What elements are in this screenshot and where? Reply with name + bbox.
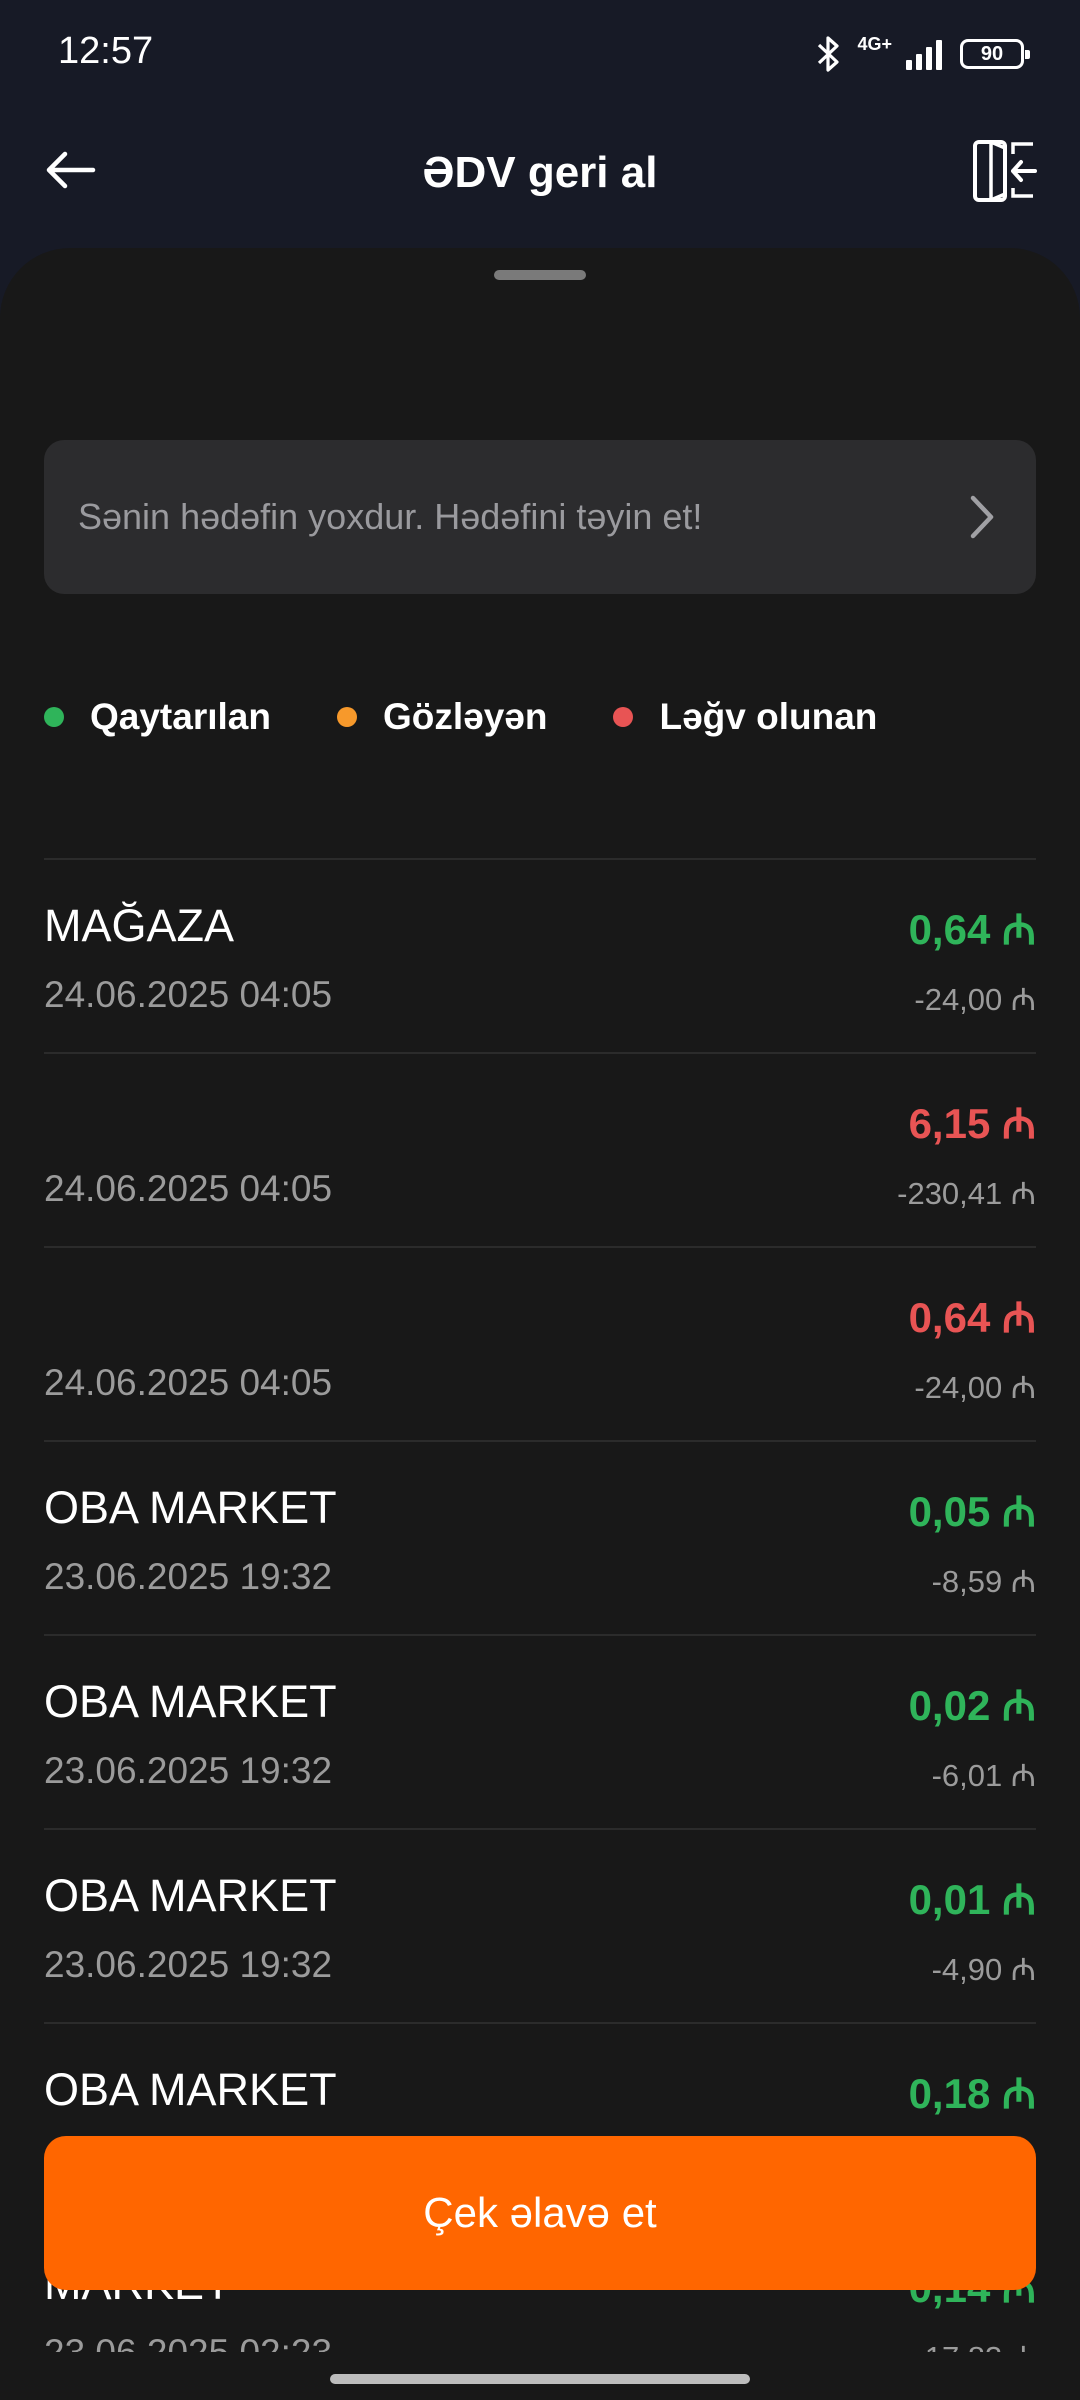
transaction-row[interactable]: MAĞAZA 24.06.2025 04:05 0,64 ₼ -24,00 ₼: [44, 858, 1036, 1052]
purchase-total: -4,90 ₼: [931, 1952, 1036, 1987]
purchase-total: -6,01 ₼: [931, 1758, 1036, 1793]
merchant-name: OBA MARKET: [44, 1482, 337, 1533]
vat-refund-amount: 0,02 ₼: [908, 1682, 1036, 1729]
merchant-name: MAĞAZA: [44, 900, 235, 951]
transaction-date: 23.06.2025 19:32: [44, 1750, 333, 1791]
legend-dot: [44, 707, 64, 727]
transaction-date: 24.06.2025 04:05: [44, 974, 333, 1015]
legend-label: Gözləyən: [382, 696, 548, 737]
purchase-total: -24,00 ₼: [914, 982, 1036, 1017]
vat-refund-amount: 0,01 ₼: [908, 1876, 1036, 1923]
vat-refund-amount: 0,64 ₼: [908, 906, 1036, 953]
logout-button[interactable]: [968, 134, 1040, 206]
bluetooth-icon: [818, 36, 840, 72]
set-goal-banner[interactable]: Sənin hədəfin yoxdur. Hədəfini təyin et!: [44, 440, 1036, 594]
transaction-date: 24.06.2025 04:05: [44, 1362, 333, 1403]
goal-banner-text: Sənin hədəfin yoxdur. Hədəfini təyin et!: [78, 496, 703, 537]
drag-handle[interactable]: [494, 270, 586, 280]
network-type-label: 4G+: [857, 33, 892, 54]
merchant-name: OBA MARKET: [44, 2064, 337, 2115]
transaction-row[interactable]: OBA MARKET 23.06.2025 19:32 0,01 ₼ -4,90…: [44, 1828, 1036, 2022]
battery-icon: 90: [960, 39, 1030, 69]
transaction-row[interactable]: OBA MARKET 23.06.2025 19:32 0,05 ₼ -8,59…: [44, 1440, 1036, 1634]
legend-dot: [613, 707, 634, 727]
merchant-name: OBA MARKET: [44, 1676, 337, 1727]
status-icons: 4G+ 90: [811, 30, 1030, 78]
signal-icon: [906, 40, 942, 70]
vat-refund-amount: 0,64 ₼: [908, 1294, 1036, 1341]
legend-label: Ləğv olunan: [659, 696, 878, 737]
transaction-date: 23.06.2025 19:32: [44, 1556, 333, 1597]
legend-item-pending: Gözləyən: [336, 696, 548, 738]
logout-icon: [973, 140, 1037, 202]
transaction-date: 24.06.2025 04:05: [44, 1168, 333, 1209]
transaction-row[interactable]: 24.06.2025 04:05 0,64 ₼ -24,00 ₼: [44, 1246, 1036, 1440]
vat-refund-amount: 6,15 ₼: [908, 1100, 1036, 1147]
page-title: ƏDV geri al: [422, 148, 658, 197]
chevron-right-icon: [962, 487, 1002, 547]
legend-dot: [336, 707, 357, 727]
legend-item-cancelled: Ləğv olunan: [613, 696, 877, 738]
legend-label: Qaytarılan: [90, 696, 271, 737]
merchant-name: OBA MARKET: [44, 1870, 337, 1921]
status-legend: Qaytarılan Gözləyən Ləğv olunan: [44, 692, 943, 742]
purchase-total: -8,59 ₼: [931, 1564, 1036, 1599]
purchase-total: -230,41 ₼: [897, 1176, 1036, 1211]
transaction-row[interactable]: OBA MARKET 23.06.2025 19:32 0,02 ₼ -6,01…: [44, 1634, 1036, 1828]
vat-refund-amount: 0,05 ₼: [908, 1488, 1036, 1535]
battery-level: 90: [980, 42, 1004, 65]
purchase-total: -24,00 ₼: [914, 1370, 1036, 1405]
legend-item-returned: Qaytarılan: [44, 696, 271, 738]
home-indicator[interactable]: [330, 2374, 750, 2384]
transaction-date: 23.06.2025 19:32: [44, 1944, 333, 1985]
transaction-row[interactable]: 24.06.2025 04:05 6,15 ₼ -230,41 ₼: [44, 1052, 1036, 1246]
vat-refund-amount: 0,18 ₼: [908, 2070, 1036, 2117]
app-header: ƏDV geri al: [0, 110, 1080, 240]
status-bar: 12:57 4G+ 90: [0, 0, 1080, 110]
status-time: 12:57: [58, 30, 154, 72]
add-receipt-button[interactable]: Çek əlavə et: [44, 2136, 1036, 2290]
